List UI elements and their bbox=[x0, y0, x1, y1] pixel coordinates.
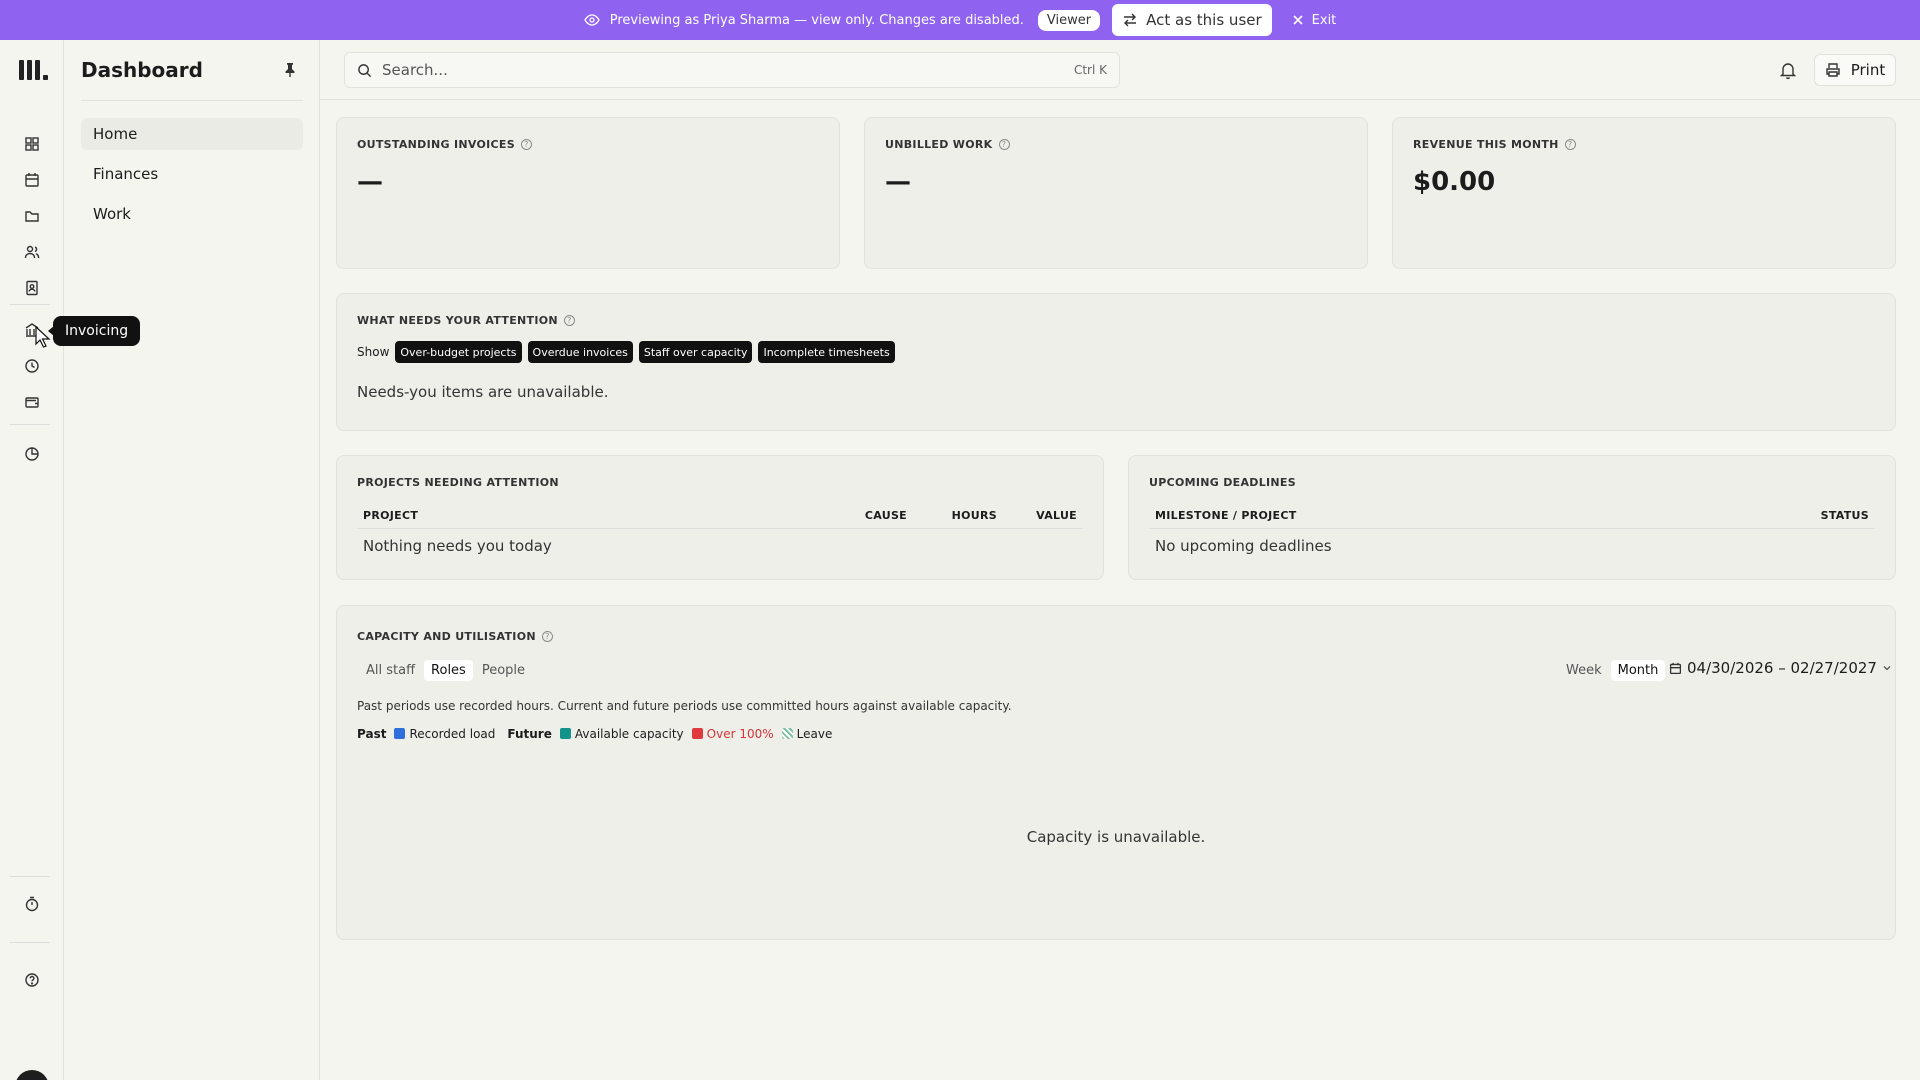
legend-future-heading: Future bbox=[507, 727, 552, 741]
kpi-label: UNBILLED WORK bbox=[885, 138, 993, 151]
dashboard-icon[interactable] bbox=[20, 132, 44, 156]
tab-people[interactable]: People bbox=[475, 660, 532, 681]
legend-over-100: Over 100% bbox=[691, 727, 774, 741]
capacity-card: CAPACITY AND UTILISATION? All staff Role… bbox=[336, 605, 1896, 940]
upcoming-deadlines-card: UPCOMING DEADLINES MILESTONE / PROJECT S… bbox=[1128, 455, 1896, 580]
search-input[interactable] bbox=[382, 61, 1064, 79]
deadlines-table: MILESTONE / PROJECT STATUS No upcoming d… bbox=[1149, 503, 1875, 563]
kpi-label: REVENUE THIS MONTH bbox=[1413, 138, 1559, 151]
print-label: Print bbox=[1850, 61, 1886, 79]
projects-folder-icon[interactable] bbox=[20, 204, 44, 228]
sidebar-nav: Home Finances Work bbox=[81, 118, 303, 238]
kpi-value: — bbox=[357, 167, 383, 197]
capacity-label: CAPACITY AND UTILISATION bbox=[357, 630, 536, 643]
show-label: Show bbox=[357, 345, 390, 359]
kpi-label: OUTSTANDING INVOICES bbox=[357, 138, 515, 151]
user-avatar[interactable]: SC bbox=[15, 1070, 49, 1080]
search-icon bbox=[358, 63, 372, 77]
attention-card: WHAT NEEDS YOUR ATTENTION? Show Over-bud… bbox=[336, 293, 1896, 431]
exit-preview-button[interactable]: Exit bbox=[1292, 12, 1337, 28]
deadlines-label: UPCOMING DEADLINES bbox=[1149, 476, 1296, 489]
preview-text: Previewing as Priya Sharma — view only. … bbox=[609, 12, 1024, 28]
notifications-bell-icon[interactable] bbox=[1778, 60, 1798, 80]
projects-needing-attention-card: PROJECTS NEEDING ATTENTION PROJECT CAUSE… bbox=[336, 455, 1104, 580]
projects-table: PROJECT CAUSE HOURS VALUE Nothing needs … bbox=[357, 503, 1083, 563]
sidebar-item-home[interactable]: Home bbox=[81, 118, 303, 150]
search-shortcut: Ctrl K bbox=[1073, 63, 1107, 77]
column-header-project[interactable]: PROJECT bbox=[357, 503, 843, 529]
pin-icon[interactable] bbox=[282, 62, 298, 78]
attention-message: Needs-you items are unavailable. bbox=[357, 383, 609, 401]
info-icon[interactable]: ? bbox=[541, 631, 553, 642]
projects-label: PROJECTS NEEDING ATTENTION bbox=[357, 476, 559, 489]
mouse-cursor-icon bbox=[35, 326, 51, 348]
legend-past-heading: Past bbox=[357, 727, 387, 741]
time-icon[interactable] bbox=[20, 354, 44, 378]
calendar-icon bbox=[1669, 662, 1682, 674]
secondary-sidebar: Dashboard Home Finances Work bbox=[64, 40, 320, 1080]
tab-roles[interactable]: Roles bbox=[424, 660, 473, 681]
tab-week[interactable]: Week bbox=[1559, 660, 1609, 681]
eye-icon bbox=[583, 12, 600, 28]
expenses-wallet-icon[interactable] bbox=[20, 390, 44, 414]
icon-rail: SC bbox=[0, 40, 64, 1080]
sidebar-title: Dashboard bbox=[81, 58, 203, 82]
people-icon[interactable] bbox=[20, 240, 44, 264]
kpi-card-outstanding-invoices: OUTSTANDING INVOICES? — bbox=[336, 117, 840, 269]
swap-icon bbox=[1124, 13, 1137, 27]
tab-all-staff[interactable]: All staff bbox=[359, 660, 422, 681]
column-header-hours[interactable]: HOURS bbox=[913, 503, 1003, 529]
chevron-down-icon bbox=[1883, 666, 1891, 671]
deadlines-empty-message: No upcoming deadlines bbox=[1155, 537, 1332, 555]
attention-label: WHAT NEEDS YOUR ATTENTION bbox=[357, 314, 558, 327]
kpi-card-revenue-this-month: REVENUE THIS MONTH? $0.00 bbox=[1392, 117, 1896, 269]
capacity-message: Capacity is unavailable. bbox=[1026, 828, 1206, 846]
printer-icon bbox=[1826, 63, 1840, 77]
projects-empty-message: Nothing needs you today bbox=[363, 537, 552, 555]
tab-month[interactable]: Month bbox=[1610, 660, 1666, 681]
capacity-legend: Past Recorded load Future Available capa… bbox=[357, 727, 832, 741]
top-bar: Ctrl K Print bbox=[320, 40, 1920, 100]
info-icon[interactable]: ? bbox=[998, 139, 1010, 150]
info-icon[interactable]: ? bbox=[1564, 139, 1576, 150]
act-as-user-button[interactable]: Act as this user bbox=[1112, 4, 1272, 36]
search-box[interactable]: Ctrl K bbox=[344, 52, 1120, 88]
role-badge: Viewer bbox=[1037, 9, 1101, 31]
kpi-card-unbilled-work: UNBILLED WORK? — bbox=[864, 117, 1368, 269]
sidebar-item-finances[interactable]: Finances bbox=[81, 158, 303, 190]
filter-chip-incomplete-timesheets[interactable]: Incomplete timesheets bbox=[758, 341, 895, 363]
contacts-icon[interactable] bbox=[20, 276, 44, 300]
app-logo[interactable] bbox=[19, 60, 48, 80]
column-header-milestone-project[interactable]: MILESTONE / PROJECT bbox=[1149, 503, 1671, 529]
legend-available-capacity: Available capacity bbox=[559, 727, 684, 741]
timer-icon[interactable] bbox=[20, 892, 44, 916]
kpi-value: $0.00 bbox=[1413, 167, 1496, 197]
legend-leave: Leave bbox=[781, 727, 832, 741]
act-as-user-label: Act as this user bbox=[1146, 11, 1262, 29]
filter-chip-overdue-invoices[interactable]: Overdue invoices bbox=[527, 341, 633, 363]
legend-recorded-load: Recorded load bbox=[394, 727, 495, 741]
exit-label: Exit bbox=[1311, 12, 1337, 28]
info-icon[interactable]: ? bbox=[520, 139, 532, 150]
filter-chip-over-budget-projects[interactable]: Over-budget projects bbox=[395, 341, 522, 363]
sidebar-item-work[interactable]: Work bbox=[81, 198, 303, 230]
date-range-value: 04/30/2026 – 02/27/2027 bbox=[1687, 659, 1877, 677]
reports-pie-icon[interactable] bbox=[20, 442, 44, 466]
filter-chip-staff-over-capacity[interactable]: Staff over capacity bbox=[638, 341, 753, 363]
period-tabs: Week Month bbox=[1559, 660, 1666, 681]
date-range-picker[interactable]: 04/30/2026 – 02/27/2027 bbox=[1669, 659, 1892, 677]
info-icon[interactable]: ? bbox=[563, 315, 575, 326]
capacity-note: Past periods use recorded hours. Current… bbox=[357, 699, 1012, 713]
capacity-view-tabs: All staff Roles People bbox=[359, 660, 532, 681]
help-icon[interactable] bbox=[20, 968, 44, 992]
column-header-status[interactable]: STATUS bbox=[1670, 503, 1875, 529]
close-icon bbox=[1293, 15, 1303, 25]
print-button[interactable]: Print bbox=[1814, 54, 1896, 86]
column-header-cause[interactable]: CAUSE bbox=[843, 503, 913, 529]
column-header-value[interactable]: VALUE bbox=[1003, 503, 1083, 529]
calendar-icon[interactable] bbox=[20, 168, 44, 192]
kpi-value: — bbox=[885, 167, 911, 197]
preview-banner: Previewing as Priya Sharma — view only. … bbox=[0, 0, 1920, 40]
